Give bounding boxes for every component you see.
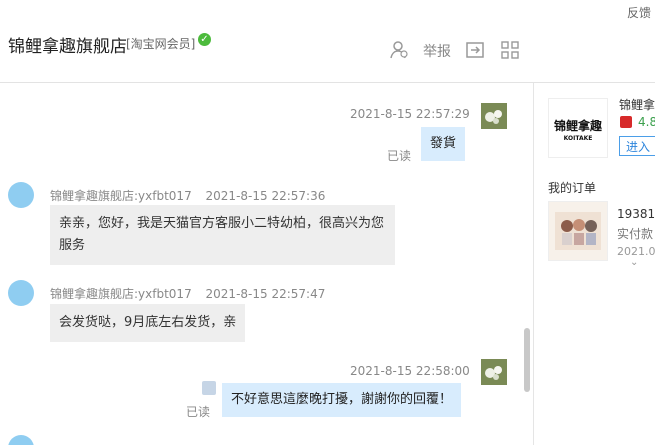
user-icon[interactable] bbox=[389, 40, 409, 60]
message-sender: 锦鲤拿趣旗舰店:yxfbt017 2021-8-15 22:57:36 bbox=[50, 187, 325, 204]
read-status: 已读 bbox=[387, 149, 412, 163]
message-time: 2021-8-15 22:57:29 bbox=[350, 107, 470, 121]
user-avatar[interactable] bbox=[481, 359, 507, 385]
message-bubble: 亲亲，您好，我是天猫官方客服小二特幼柏，很高兴为您服务 bbox=[50, 205, 395, 265]
chat-scrollbar[interactable] bbox=[524, 328, 530, 392]
read-status: 已读 bbox=[186, 405, 211, 419]
order-number[interactable]: 193816 bbox=[617, 207, 655, 221]
chevron-down-icon[interactable]: ⌄ bbox=[630, 257, 644, 268]
message-time: 2021-8-15 22:57:47 bbox=[205, 287, 326, 301]
shop-rating: 4.8 bbox=[638, 115, 655, 129]
sender-name: 锦鲤拿趣旗舰店:yxfbt017 bbox=[50, 189, 192, 203]
verified-icon: ✓ bbox=[198, 33, 211, 46]
message-status-icon bbox=[202, 381, 216, 395]
report-button[interactable]: 举报 bbox=[423, 41, 451, 61]
enter-shop-button[interactable]: 进入 bbox=[619, 136, 655, 156]
logo-sub-text: KOITAKE bbox=[563, 135, 593, 142]
grid-icon[interactable] bbox=[500, 40, 520, 60]
sender-name: 锦鲤拿趣旗舰店:yxfbt017 bbox=[50, 287, 192, 301]
forward-icon[interactable] bbox=[465, 40, 485, 60]
chat-area[interactable]: 2021-8-15 22:57:29 發貨 已读 锦鲤拿趣旗舰店:yxfbt01… bbox=[0, 83, 532, 445]
my-orders-title: 我的订单 bbox=[548, 181, 597, 195]
chat-header: 反馈 锦鲤拿趣旗舰店 [淘宝网会员] ✓ 举报 bbox=[0, 0, 655, 83]
message-bubble: 不好意思這麼晚打擾，謝謝你的回覆！ bbox=[222, 383, 462, 417]
user-avatar[interactable] bbox=[481, 103, 507, 129]
feedback-link[interactable]: 反馈 bbox=[627, 4, 651, 21]
sidebar-shop-name[interactable]: 锦鲤拿 bbox=[619, 96, 655, 113]
logo-main-text: 锦鲤拿趣 bbox=[553, 119, 602, 133]
shop-sidebar: 锦鲤拿趣 KOITAKE 锦鲤拿 4.8 进入 我的订单 193816 实付款 … bbox=[533, 83, 655, 445]
message-sender: 锦鲤拿趣旗舰店:yxfbt017 2021-8-15 22:57:47 bbox=[50, 285, 325, 302]
shop-badge-icon bbox=[620, 116, 632, 128]
order-paid: 实付款 bbox=[617, 227, 654, 241]
order-thumbnail[interactable] bbox=[548, 201, 608, 261]
shop-avatar[interactable] bbox=[8, 182, 34, 208]
shop-avatar[interactable] bbox=[8, 435, 34, 445]
shop-avatar[interactable] bbox=[8, 280, 34, 306]
message-bubble: 会发货哒，9月底左右发货，亲 bbox=[50, 304, 246, 342]
message-bubble: 發貨 bbox=[421, 127, 466, 161]
shop-logo[interactable]: 锦鲤拿趣 KOITAKE bbox=[548, 98, 608, 158]
message-time: 2021-8-15 22:58:00 bbox=[350, 364, 470, 378]
member-tag: [淘宝网会员] bbox=[126, 37, 196, 51]
shop-name[interactable]: 锦鲤拿趣旗舰店 bbox=[8, 32, 127, 57]
message-time: 2021-8-15 22:57:36 bbox=[205, 189, 326, 203]
